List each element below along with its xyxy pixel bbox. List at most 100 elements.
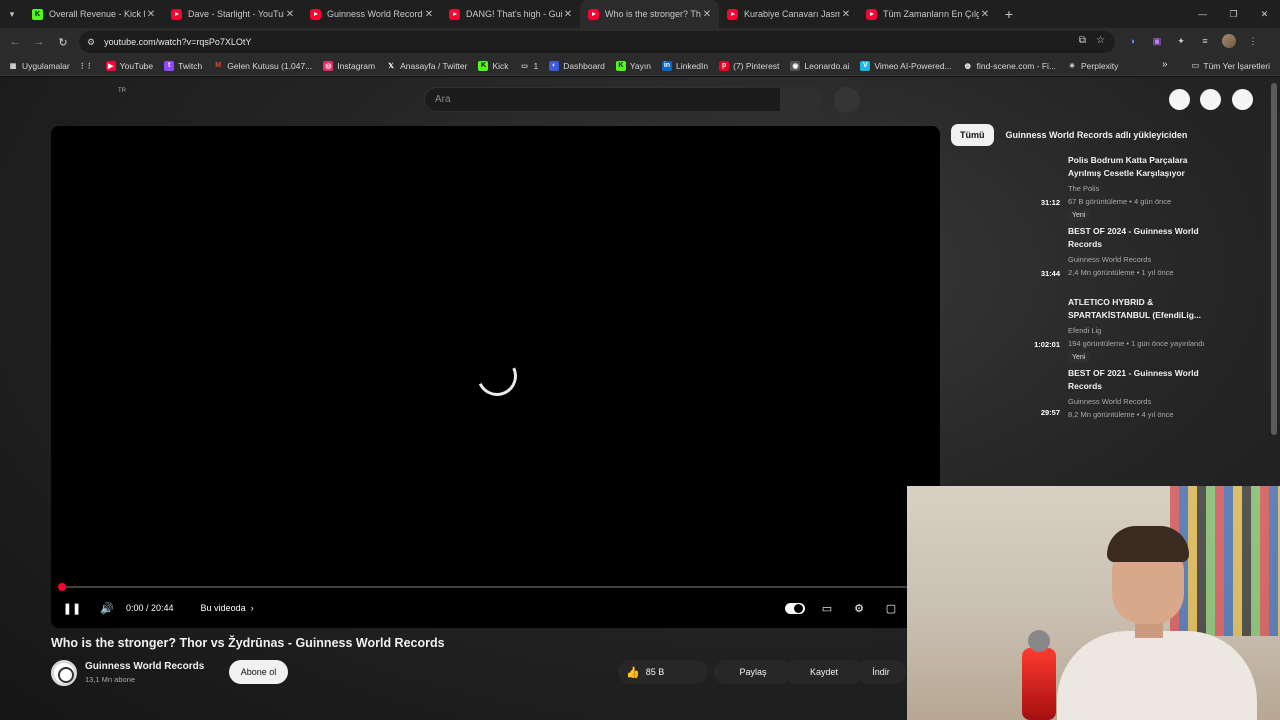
browser-tab[interactable]: K Overall Revenue - Kick Da ✕ (24, 0, 163, 28)
profile-avatar[interactable] (1222, 34, 1236, 48)
recommendation-item[interactable]: 31:12 Polis Bodrum Katta Parçalara Ayrıl… (951, 153, 1266, 224)
recommendation-title[interactable]: BEST OF 2021 - Guinness World Records (1068, 367, 1218, 393)
settings-gear-icon[interactable]: ⚙ (849, 598, 869, 618)
close-window-icon[interactable]: ✕ (1249, 0, 1280, 28)
browser-tab[interactable]: Tüm Zamanların En Çılgın ✕ (858, 0, 997, 28)
save-button[interactable]: Kaydet (785, 660, 863, 684)
chip-all[interactable]: Tümü (951, 124, 994, 146)
back-icon[interactable]: ← (3, 36, 27, 48)
bookmark-label: find-scene.com - Fi... (976, 60, 1057, 71)
recommendation-title[interactable]: ATLETICO HYBRID & SPARTAKİSTANBUL (Efend… (1068, 296, 1218, 322)
recommendation-item[interactable]: 1:02:01 ATLETICO HYBRID & SPARTAKİSTANBU… (951, 295, 1266, 366)
browser-tab[interactable]: Dave - Starlight - YouTube ✕ (163, 0, 302, 28)
chapters-button[interactable]: Bu videoda › (201, 603, 254, 613)
bookmark-item[interactable]: ✳ Perplexity (1067, 60, 1118, 71)
bookmark-item[interactable]: ▶ YouTube (105, 60, 153, 71)
close-tab-icon[interactable]: ✕ (840, 9, 852, 20)
subtitles-icon[interactable]: ▭ (817, 598, 837, 618)
browser-toolbar: ← → ↻ ⚙ youtube.com/watch?v=rqsPo7XLOtY … (0, 28, 1280, 56)
recommendation-channel[interactable]: Guinness World Records (1068, 397, 1151, 406)
all-bookmarks[interactable]: ▭ Tüm Yer İşaretleri (1191, 60, 1270, 71)
download-button[interactable]: İndir (856, 660, 906, 684)
video-duration: 31:44 (1040, 269, 1060, 278)
volume-icon[interactable]: 🔊 (97, 598, 117, 618)
bookmark-item[interactable]: ▦ Uygulamalar (8, 60, 70, 71)
recommendation-item[interactable]: 29:57 BEST OF 2021 - Guinness World Reco… (951, 366, 1266, 437)
bookmark-item[interactable]: ⋮⋮ (79, 60, 95, 71)
recommendation-title[interactable]: Polis Bodrum Katta Parçalara Ayrılmış Ce… (1068, 154, 1218, 180)
address-bar[interactable]: ⚙ youtube.com/watch?v=rqsPo7XLOtY ⧉ ☆ (79, 31, 1115, 53)
bookmark-item[interactable]: t Twitch (164, 60, 203, 71)
progress-bar[interactable] (58, 583, 918, 591)
site-info-icon[interactable]: ⚙ (87, 37, 95, 48)
new-tab-button[interactable]: + (997, 6, 1021, 22)
close-tab-icon[interactable]: ✕ (562, 9, 574, 20)
recommendation-item[interactable]: 31:44 BEST OF 2024 - Guinness World Reco… (951, 224, 1266, 295)
minimize-icon[interactable]: — (1187, 0, 1218, 28)
recommendation-channel[interactable]: Efendi Lig (1068, 326, 1101, 335)
bookmark-item[interactable]: p (7) Pinterest (719, 60, 780, 71)
close-tab-icon[interactable]: ✕ (701, 9, 713, 20)
recommendation-channel[interactable]: Guinness World Records (1068, 255, 1151, 264)
bookmark-item[interactable]: in LinkedIn (661, 60, 708, 71)
region-code: TR (118, 88, 126, 94)
bookmark-item[interactable]: M Gelen Kutusu (1.047... (213, 60, 312, 71)
tab-search-icon[interactable]: ▾ (0, 0, 24, 28)
more-bookmarks-icon[interactable]: » (1162, 59, 1168, 70)
reload-icon[interactable]: ↻ (51, 36, 75, 49)
share-button[interactable]: Paylaş (714, 660, 792, 684)
extensions-puzzle-icon[interactable]: ✦ (1174, 34, 1188, 48)
bookmark-item[interactable]: ▭ 1 (519, 60, 538, 71)
bookmark-item[interactable]: ◐ Dashboard (549, 60, 605, 71)
search-input[interactable]: Ara (424, 87, 781, 112)
voice-search-button[interactable] (834, 87, 860, 113)
subscribe-button[interactable]: Abone ol (229, 660, 288, 684)
theater-mode-icon[interactable]: ▢ (881, 598, 901, 618)
instagram-icon: ◎ (323, 60, 334, 71)
bookmark-item[interactable]: ◉ Leonardo.ai (790, 60, 849, 71)
account-avatar[interactable] (1232, 89, 1253, 110)
bookmark-item[interactable]: 𝕏 Anasayfa / Twitter (386, 60, 467, 71)
channel-name[interactable]: Guinness World Records (85, 661, 204, 672)
close-tab-icon[interactable]: ✕ (979, 9, 991, 20)
close-tab-icon[interactable]: ✕ (145, 9, 157, 20)
browser-tab[interactable]: Who is the stronger? Thor ✕ (580, 0, 719, 28)
media-controls-icon[interactable]: ≡ (1198, 34, 1212, 48)
search-button[interactable] (781, 87, 823, 112)
browser-tab[interactable]: Guinness World Records ✕ (302, 0, 441, 28)
install-app-icon[interactable]: ⧉ (1079, 35, 1086, 46)
bookmark-label: Twitch (178, 60, 203, 71)
chip-from-uploader[interactable]: Guinness World Records adlı yükleyiciden (1000, 124, 1197, 146)
notifications-button[interactable] (1200, 89, 1221, 110)
browser-tab[interactable]: DANG! That's high - Guin ✕ (441, 0, 580, 28)
bookmark-item[interactable]: V Vimeo AI-Powered... (860, 60, 952, 71)
address-url[interactable]: youtube.com/watch?v=rqsPo7XLOtY (104, 37, 251, 47)
forward-icon[interactable]: → (27, 36, 51, 48)
video-player[interactable] (51, 126, 940, 628)
recommendation-title[interactable]: BEST OF 2024 - Guinness World Records (1068, 225, 1218, 251)
like-icon[interactable]: 👍 (626, 666, 640, 679)
scrubber-handle[interactable] (58, 583, 66, 591)
extension-icon[interactable]: ◗ (1126, 34, 1140, 48)
page-scrollbar[interactable] (1271, 83, 1277, 435)
browser-tab[interactable]: Kurabiye Canavarı Jasmin ✕ (719, 0, 858, 28)
restore-icon[interactable]: ❐ (1218, 0, 1249, 28)
close-tab-icon[interactable]: ✕ (284, 9, 296, 20)
channel-avatar[interactable] (51, 660, 77, 686)
bookmark-item[interactable]: K Kick (478, 60, 509, 71)
recommendation-channel[interactable]: The Polis (1068, 184, 1099, 193)
recommendation-meta: 67 B görüntüleme • 4 gün önce (1068, 197, 1172, 206)
bookmark-label: (7) Pinterest (733, 60, 780, 71)
pinterest-icon: p (719, 60, 730, 71)
create-button[interactable] (1169, 89, 1190, 110)
menu-kebab-icon[interactable]: ⋮ (1246, 34, 1260, 48)
pause-icon[interactable]: ❚❚ (62, 598, 82, 618)
extension-icon[interactable]: ▣ (1150, 34, 1164, 48)
like-count[interactable]: 85 B (646, 667, 665, 677)
bookmark-item[interactable]: K Yayın (615, 60, 651, 71)
bookmark-item[interactable]: ◎ Instagram (323, 60, 375, 71)
close-tab-icon[interactable]: ✕ (423, 9, 435, 20)
autoplay-toggle[interactable] (785, 602, 805, 614)
bookmark-star-icon[interactable]: ☆ (1096, 35, 1105, 46)
bookmark-item[interactable]: ◍ find-scene.com - Fi... (962, 60, 1057, 71)
